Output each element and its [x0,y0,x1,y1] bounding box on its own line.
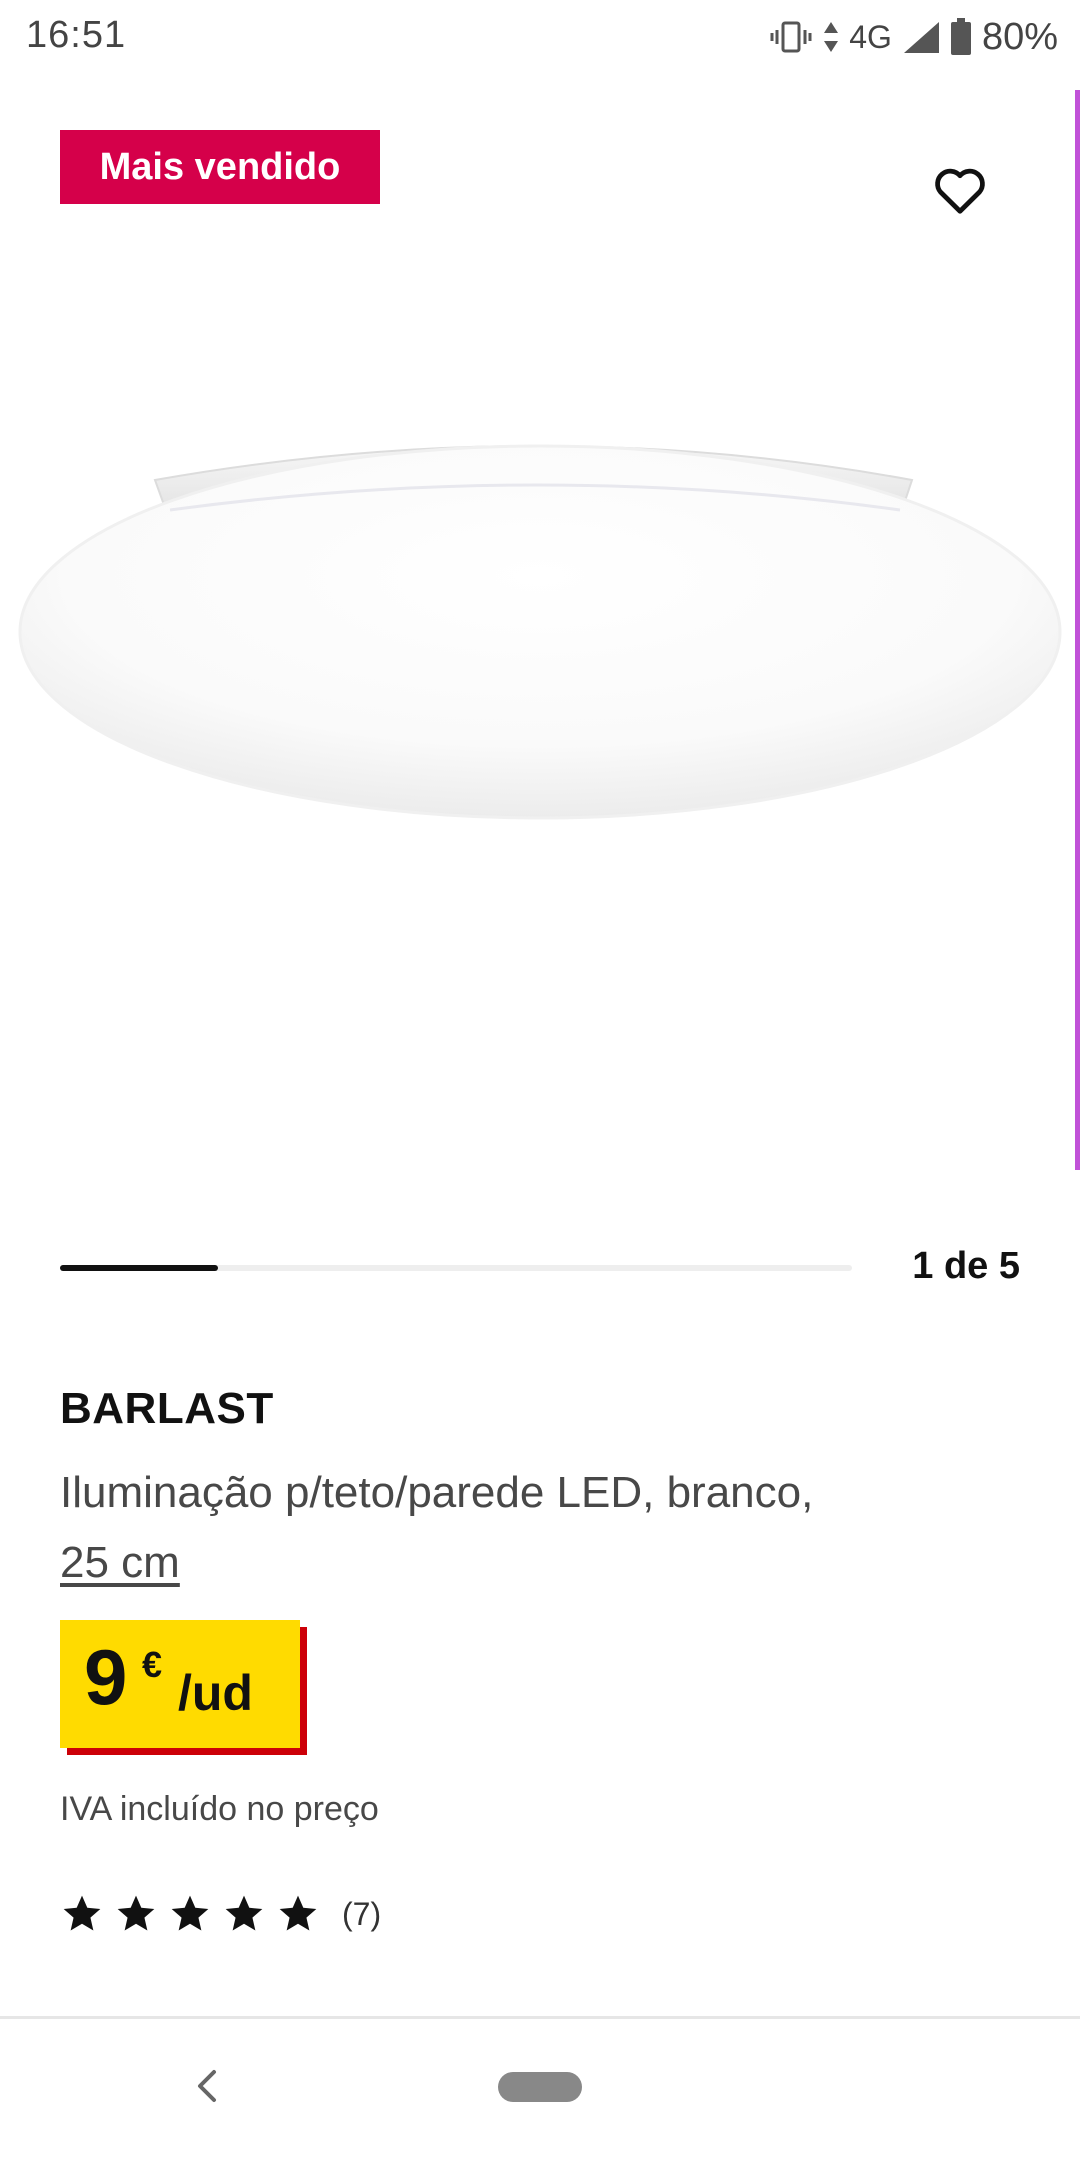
battery-icon [950,18,971,55]
star-icon [225,1895,263,1931]
product-description: Iluminação p/teto/parede LED, branco, 25… [60,1458,960,1598]
image-pager-count: 1 de 5 [912,1245,1020,1287]
star-icon [117,1895,155,1931]
product-description-text: Iluminação p/teto/parede LED, branco, [60,1468,814,1517]
heart-outline-icon [935,168,985,214]
signal-icon [903,22,939,53]
status-time: 16:51 [26,14,127,56]
carousel-progress-fill [60,1265,219,1271]
home-pill-icon[interactable] [498,2072,582,2102]
battery-percent: 80% [981,15,1058,58]
star-icon [279,1895,317,1931]
status-icons: 4G 80% [769,14,1058,60]
vat-note: IVA incluído no preço [60,1790,379,1828]
bestseller-badge: Mais vendido [60,130,380,204]
status-bar: 16:51 4G 80% [0,0,1080,76]
star-list [60,1892,330,1936]
data-arrows-icon [824,22,839,52]
vibrate-icon [770,21,812,53]
image-carousel-progress[interactable] [60,1265,852,1271]
rating-stars[interactable]: (7) [60,1892,381,1936]
star-icon [171,1895,209,1931]
price-tag: 9 € /ud [60,1620,300,1748]
price-currency: € [142,1644,163,1685]
star-icon [63,1895,101,1931]
price-unit: /ud [178,1665,253,1721]
network-type: 4G [849,18,892,55]
review-count: (7) [342,1895,382,1932]
back-chevron-icon[interactable] [190,2066,226,2106]
product-image[interactable] [0,420,1080,840]
nav-divider [0,2016,1080,2019]
favorite-button[interactable] [930,160,990,220]
product-name: BARLAST [60,1384,274,1433]
price-amount: 9 [84,1633,128,1721]
product-size-link[interactable]: 25 cm [60,1528,180,1598]
